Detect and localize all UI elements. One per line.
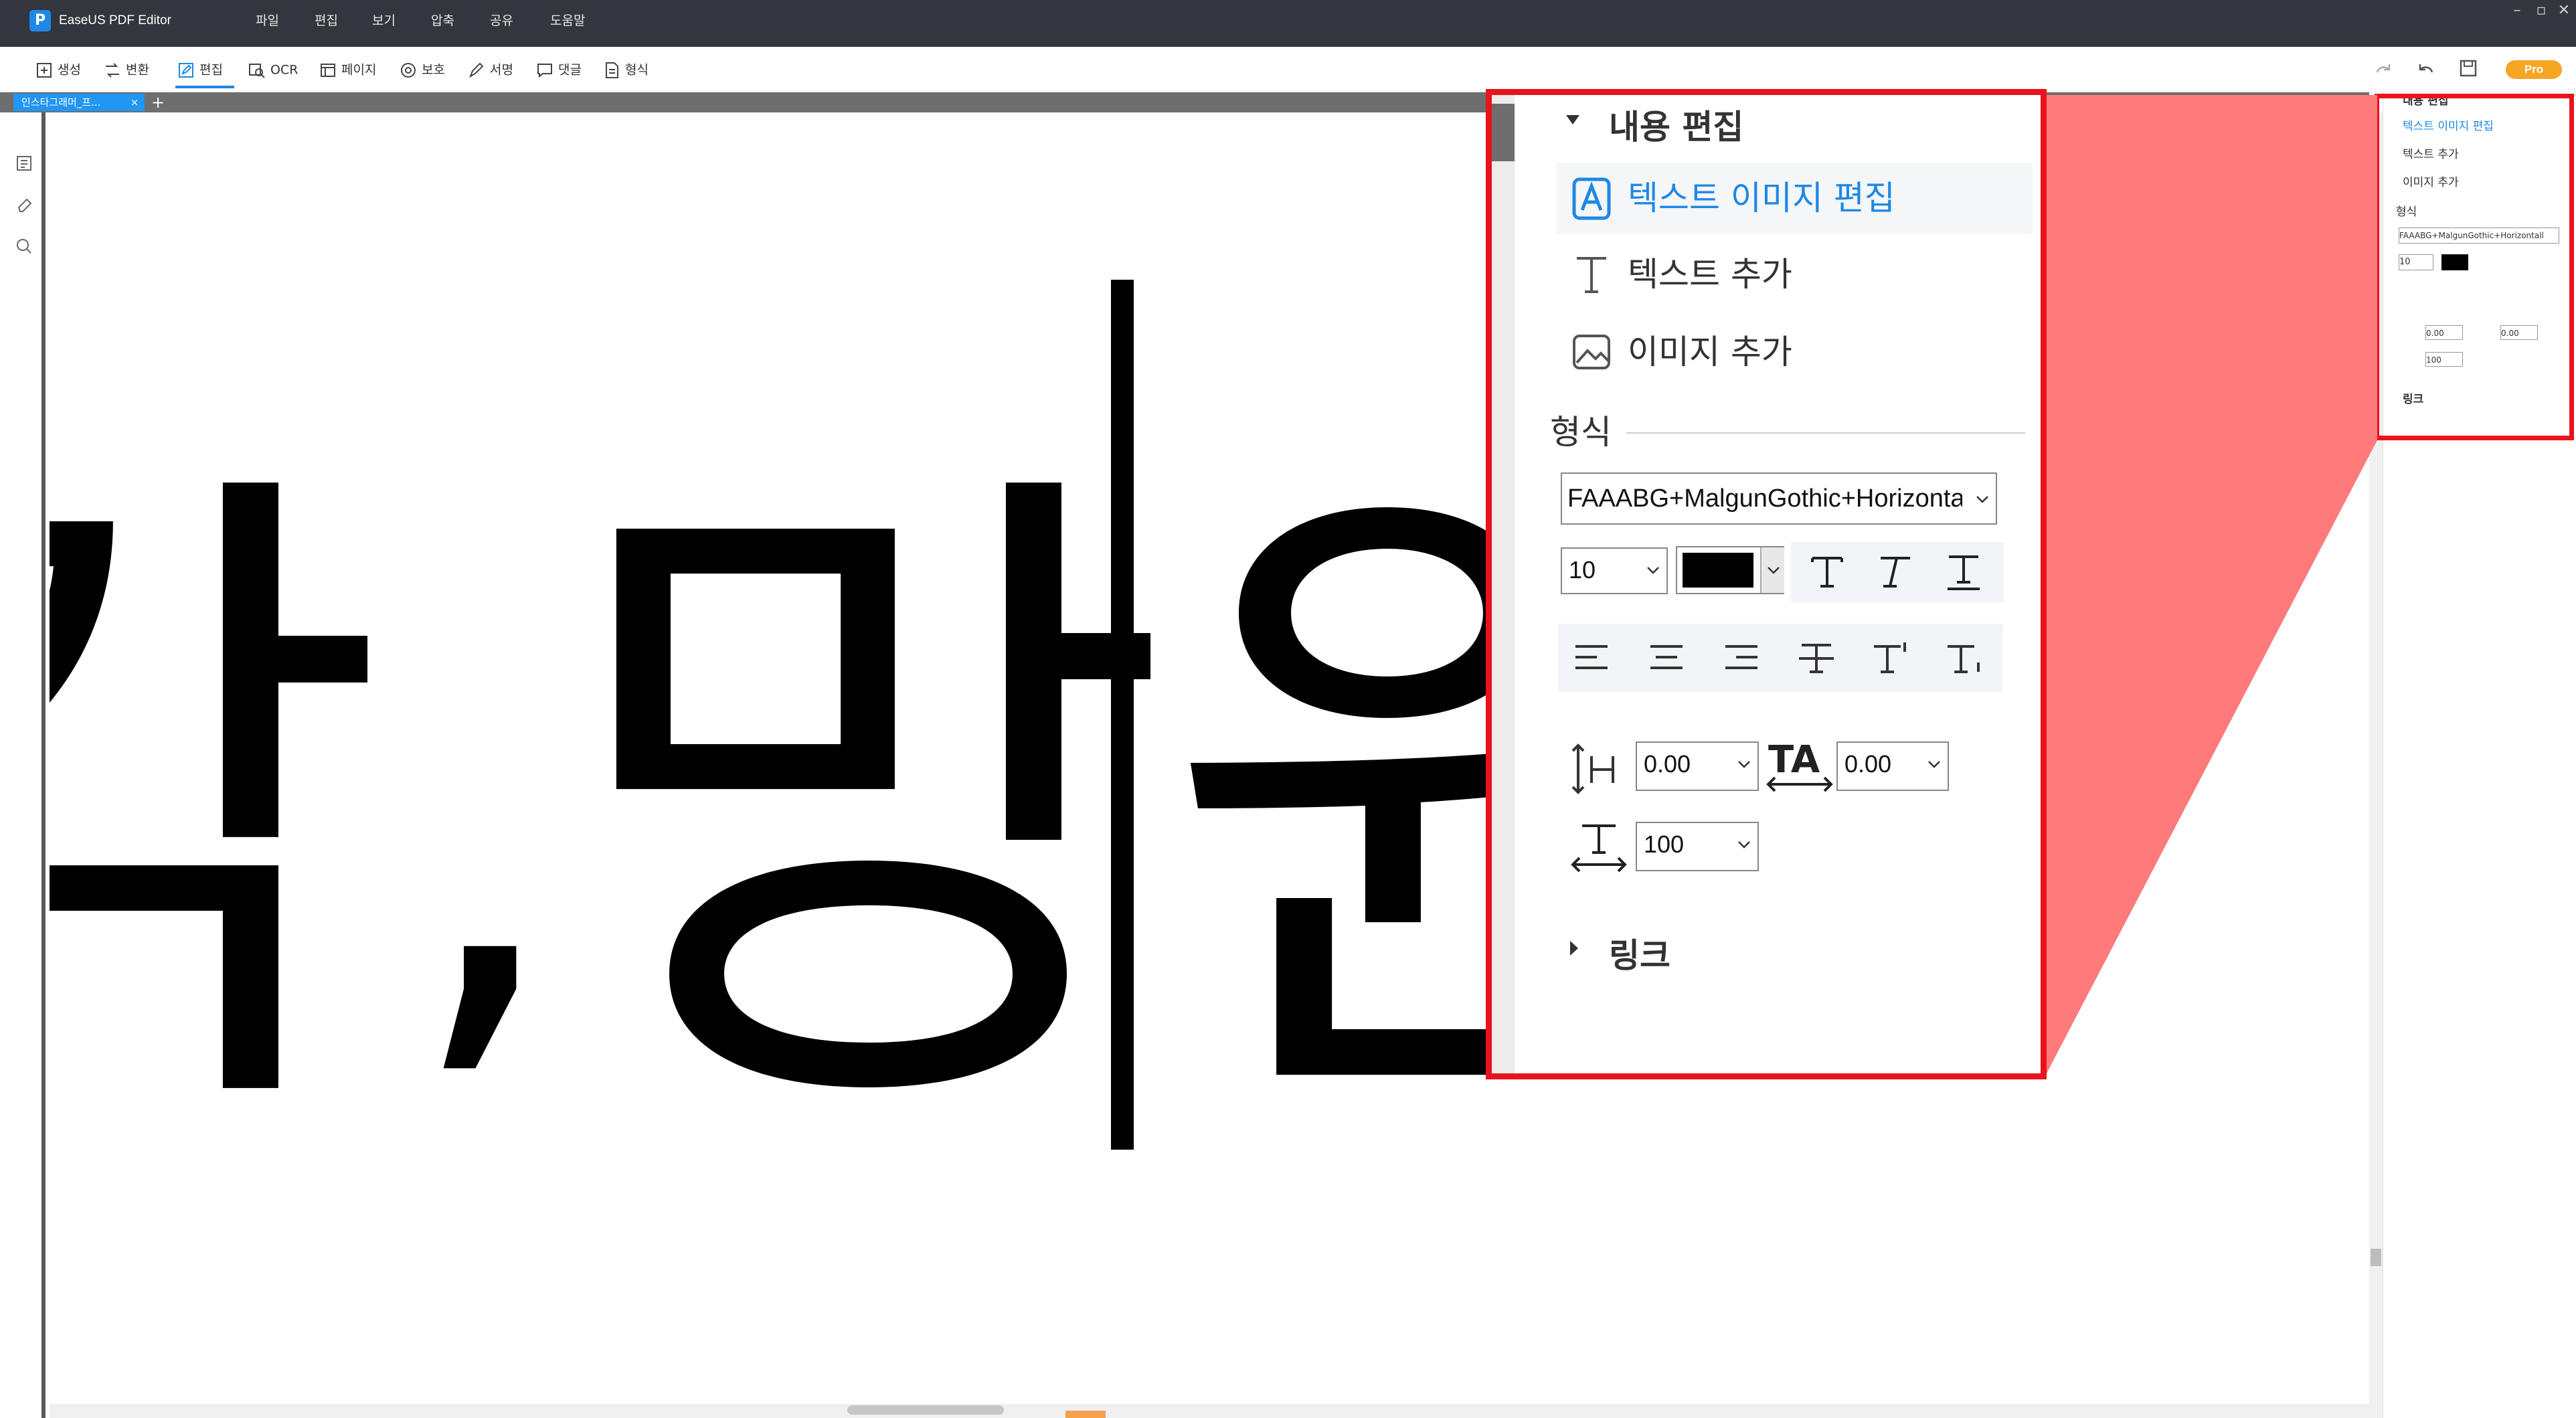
font-family-select[interactable]: FAAABG+MalgunGothic+Horizontall	[1561, 472, 1997, 525]
add-text-icon	[1573, 253, 1610, 294]
color-dropdown-toggle[interactable]	[1760, 547, 1784, 593]
align-center-icon[interactable]	[1648, 637, 1685, 677]
text-underline-icon[interactable]	[1944, 550, 1984, 593]
expand-triangle-icon[interactable]	[1567, 940, 1581, 957]
text-italic-icon[interactable]	[1873, 550, 1913, 593]
horizontal-scale-icon	[1570, 820, 1628, 874]
edit-text-image-label: 텍스트 이미지 편집	[1628, 179, 1895, 217]
chevron-down-icon	[1927, 758, 1941, 771]
collapse-triangle-icon[interactable]	[1565, 112, 1581, 128]
char-spacing-select[interactable]: 0.00	[1836, 741, 1949, 791]
align-right-icon[interactable]	[1723, 637, 1760, 677]
add-image-option[interactable]: 이미지 추가	[1628, 332, 1792, 372]
svg-text:TA: TA	[1768, 741, 1820, 782]
zoom-side-strip-tab	[1492, 104, 1515, 161]
content-edit-heading[interactable]: 내용 편집	[1609, 107, 1743, 147]
subscript-icon[interactable]	[1945, 637, 1985, 677]
font-color-picker[interactable]	[1676, 546, 1784, 594]
zoom-callout-cone	[2047, 95, 2377, 1073]
chevron-down-icon	[1976, 493, 1989, 506]
font-size-select[interactable]: 10	[1561, 547, 1668, 594]
line-spacing-select[interactable]: 0.00	[1636, 741, 1759, 791]
format-divider	[1626, 432, 2025, 434]
char-spacing-icon: TA	[1766, 738, 1834, 792]
superscript-icon[interactable]	[1871, 637, 1911, 677]
add-text-option[interactable]: 텍스트 추가	[1628, 254, 1792, 294]
align-left-icon[interactable]	[1573, 637, 1610, 677]
format-heading: 형식	[1550, 413, 1612, 452]
font-color-swatch	[1683, 553, 1753, 588]
edit-text-icon	[1571, 177, 1612, 221]
strikethrough-icon[interactable]	[1798, 637, 1835, 677]
alignment-group	[1558, 624, 2002, 692]
horizontal-scale-select[interactable]: 100	[1636, 822, 1759, 871]
link-heading[interactable]: 링크	[1609, 936, 1670, 976]
chevron-down-icon	[1768, 567, 1780, 574]
zoom-side-strip	[1492, 95, 1515, 1073]
text-regular-icon[interactable]	[1807, 550, 1847, 593]
line-spacing-icon	[1569, 743, 1621, 795]
chevron-down-icon	[1646, 563, 1660, 577]
chevron-down-icon	[1737, 758, 1751, 771]
chevron-down-icon	[1737, 838, 1751, 851]
add-image-icon	[1571, 332, 1612, 372]
